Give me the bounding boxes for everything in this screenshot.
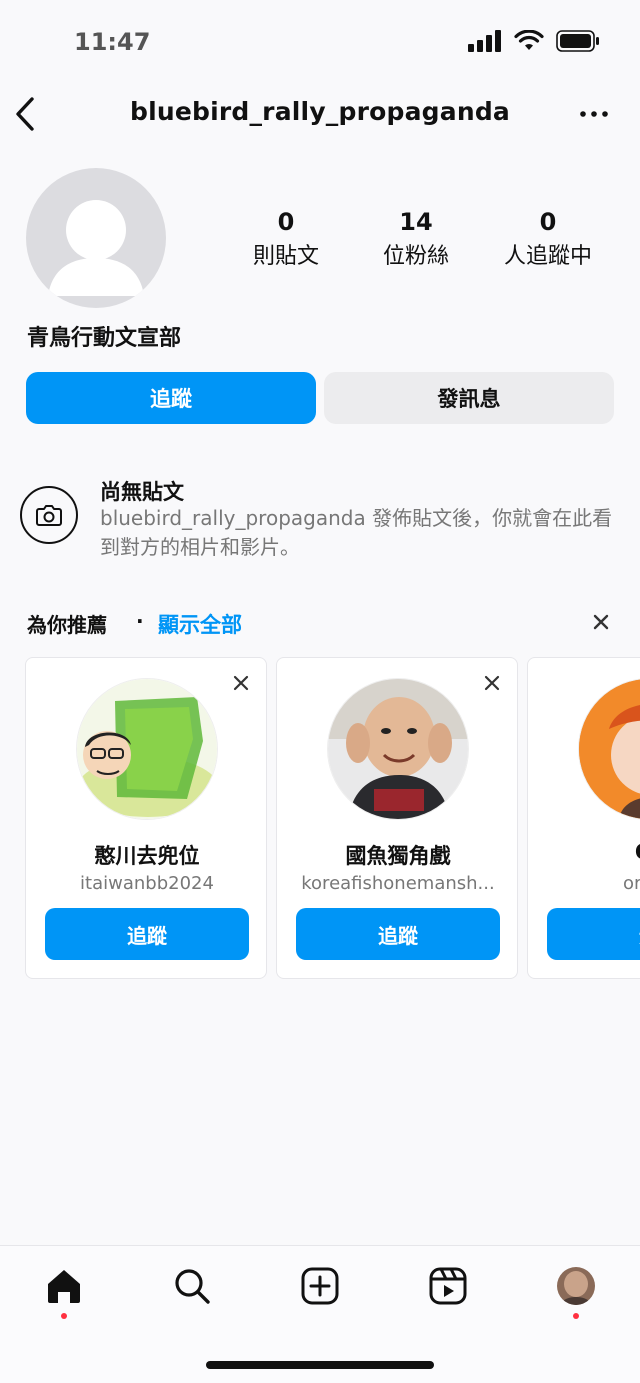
see-all-link[interactable]: 顯示全部 <box>158 609 242 639</box>
message-button[interactable]: 發訊息 <box>324 372 614 424</box>
stat-number: 14 <box>399 208 433 236</box>
tab-search[interactable] <box>170 1264 214 1308</box>
no-posts-title: 尚無貼文 <box>100 480 184 504</box>
search-icon <box>175 1269 210 1304</box>
close-icon <box>233 675 249 691</box>
stat-number: 0 <box>277 208 295 236</box>
no-posts-description: bluebird_rally_propaganda 發佈貼文後，你就會在此看到對… <box>100 506 613 559</box>
header-username: bluebird_rally_propaganda <box>129 97 511 126</box>
suggestions-separator: · <box>136 609 144 633</box>
close-icon <box>593 614 609 630</box>
following-count[interactable]: 0 人追蹤中 <box>488 208 608 270</box>
home-indicator <box>206 1361 434 1369</box>
suggestion-card[interactable]: 國魚獨角戲 koreafishonemansh... 追蹤 <box>276 657 518 979</box>
wifi-icon <box>514 30 544 50</box>
suggestion-name: Or <box>528 840 640 864</box>
suggestion-card[interactable]: 憨川去兜位 itaiwanbb2024 追蹤 <box>25 657 267 979</box>
more-horizontal-icon <box>580 111 608 117</box>
stat-number: 0 <box>539 208 557 236</box>
followers-count[interactable]: 14 位粉絲 <box>356 208 476 270</box>
suggestion-name: 國魚獨角戲 <box>345 844 451 868</box>
profile-avatar-icon <box>557 1267 595 1305</box>
suggestion-card[interactable]: Or orane 追 <box>527 657 640 979</box>
reels-icon <box>429 1267 467 1305</box>
close-icon <box>484 675 500 691</box>
suggestion-follow-button[interactable]: 追蹤 <box>296 908 500 960</box>
more-options-button[interactable] <box>580 104 608 124</box>
status-time: 11:47 <box>74 28 151 56</box>
stat-label: 位粉絲 <box>382 244 449 269</box>
suggestion-avatar[interactable] <box>327 678 469 820</box>
suggestion-name: 憨川去兜位 <box>94 844 200 868</box>
stat-label: 人追蹤中 <box>503 244 592 269</box>
tab-create[interactable] <box>298 1264 342 1308</box>
home-notification-dot <box>61 1313 67 1319</box>
profile-notification-dot <box>573 1313 579 1319</box>
home-icon <box>48 1270 80 1303</box>
battery-icon <box>556 30 599 52</box>
close-suggestions-button[interactable] <box>590 611 612 633</box>
follow-button[interactable]: 追蹤 <box>26 372 316 424</box>
tab-profile[interactable] <box>554 1264 598 1308</box>
display-name: 青鳥行動文宣部 <box>27 326 182 351</box>
suggestion-avatar[interactable] <box>578 678 640 820</box>
tab-home[interactable] <box>42 1264 86 1308</box>
posts-count: 0 則貼文 <box>226 208 346 270</box>
create-icon <box>301 1267 339 1305</box>
status-icons <box>468 30 600 52</box>
tab-reels[interactable] <box>426 1264 470 1308</box>
suggestion-avatar[interactable] <box>76 678 218 820</box>
suggestion-card-clip: Or orane 追 <box>527 657 640 979</box>
stat-label: 則貼文 <box>252 244 319 269</box>
suggestion-handle: orane <box>623 873 640 894</box>
dismiss-suggestion-button[interactable] <box>483 674 501 692</box>
suggestion-handle: itaiwanbb2024 <box>80 873 214 894</box>
dismiss-suggestion-button[interactable] <box>232 674 250 692</box>
default-avatar-icon <box>48 200 144 296</box>
suggestion-follow-button[interactable]: 追 <box>547 908 640 960</box>
signal-icon <box>468 30 501 52</box>
suggestion-follow-button[interactable]: 追蹤 <box>45 908 249 960</box>
profile-avatar[interactable] <box>26 168 166 308</box>
suggestion-handle: koreafishonemansh... <box>301 873 495 894</box>
camera-icon <box>20 486 78 544</box>
suggestions-title: 為你推薦 <box>27 613 107 637</box>
